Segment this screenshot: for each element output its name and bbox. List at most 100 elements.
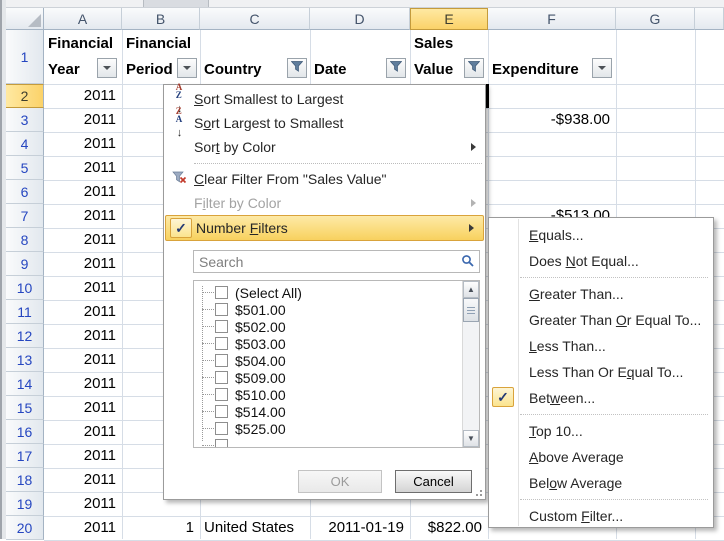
cell-A14[interactable]: 2011	[44, 372, 121, 396]
row-header-5[interactable]: 5	[6, 156, 44, 180]
checkbox[interactable]	[215, 422, 228, 435]
cell-A3[interactable]: 2011	[44, 108, 121, 132]
cell-A18[interactable]: 2011	[44, 468, 121, 492]
cell-E20[interactable]: $822.00	[410, 516, 487, 540]
row-header-19[interactable]: 19	[6, 492, 44, 516]
checkbox[interactable]	[215, 388, 228, 401]
row-header-8[interactable]: 8	[6, 228, 44, 252]
submenu-item-equals[interactable]: Equals...	[489, 222, 713, 248]
cell-A9[interactable]: 2011	[44, 252, 121, 276]
submenu-item-top-10[interactable]: Top 10...	[489, 418, 713, 444]
row-header-10[interactable]: 10	[6, 276, 44, 300]
value-item-510-00[interactable]: $510.00	[194, 386, 479, 403]
submenu-item-below-average[interactable]: Below Average	[489, 470, 713, 496]
cell-A15[interactable]: 2011	[44, 396, 121, 420]
cell-A13[interactable]: 2011	[44, 348, 121, 372]
checkbox[interactable]	[215, 286, 228, 299]
checkbox[interactable]	[215, 439, 228, 448]
row-header-16[interactable]: 16	[6, 420, 44, 444]
row-header-9[interactable]: 9	[6, 252, 44, 276]
cell-A19[interactable]: 2011	[44, 492, 121, 516]
cell-A6[interactable]: 2011	[44, 180, 121, 204]
row-header-6[interactable]: 6	[6, 180, 44, 204]
submenu-item-custom-filter[interactable]: Custom Filter...	[489, 503, 713, 529]
select-all-corner[interactable]	[6, 8, 44, 30]
row-header-4[interactable]: 4	[6, 132, 44, 156]
submenu-item-between[interactable]: ✓Between...	[489, 385, 713, 411]
column-header-D[interactable]: D	[310, 8, 410, 30]
row-header-15[interactable]: 15	[6, 396, 44, 420]
submenu-item-does-not-equal[interactable]: Does Not Equal...	[489, 248, 713, 274]
row-header-11[interactable]: 11	[6, 300, 44, 324]
value-item-509-00[interactable]: $509.00	[194, 369, 479, 386]
checkbox[interactable]	[215, 371, 228, 384]
column-header-B[interactable]: B	[122, 8, 200, 30]
checkbox[interactable]	[215, 337, 228, 350]
cell-B20[interactable]: 1	[122, 516, 199, 540]
row-header-3[interactable]: 3	[6, 108, 44, 132]
row-header-13[interactable]: 13	[6, 348, 44, 372]
cell-A5[interactable]: 2011	[44, 156, 121, 180]
search-input[interactable]: Search	[193, 250, 480, 273]
menu-item-sort-smallest-to-largest[interactable]: AZ↓Sort Smallest to Largest	[164, 87, 485, 111]
cell-A2[interactable]: 2011	[44, 84, 121, 108]
cell-A11[interactable]: 2011	[44, 300, 121, 324]
cell-A12[interactable]: 2011	[44, 324, 121, 348]
cell-A10[interactable]: 2011	[44, 276, 121, 300]
checkbox[interactable]	[215, 354, 228, 367]
column-header-E[interactable]: E	[410, 8, 488, 30]
checkbox[interactable]	[215, 303, 228, 316]
menu-item-clear-filter-from-sales-value[interactable]: Clear Filter From "Sales Value"	[164, 167, 485, 191]
checkbox[interactable]	[215, 320, 228, 333]
menu-item-filter-by-color[interactable]: Filter by Color	[164, 191, 485, 215]
row-header-17[interactable]: 17	[6, 444, 44, 468]
row-header-2[interactable]: 2	[6, 84, 44, 108]
menu-item-number-filters[interactable]: ✓Number Filters	[165, 215, 484, 241]
value-item-select-all[interactable]: (Select All)	[194, 284, 479, 301]
sales-value-filter-button[interactable]	[464, 58, 484, 78]
submenu-item-less-than-or-equal-to[interactable]: Less Than Or Equal To...	[489, 359, 713, 385]
date-filter-button[interactable]	[386, 58, 406, 78]
value-item-504-00[interactable]: $504.00	[194, 352, 479, 369]
cell-A7[interactable]: 2011	[44, 204, 121, 228]
column-header-F[interactable]: F	[488, 8, 616, 30]
cell-C20[interactable]: United States	[200, 516, 309, 540]
row-header-12[interactable]: 12	[6, 324, 44, 348]
submenu-item-less-than[interactable]: Less Than...	[489, 333, 713, 359]
scroll-down-button[interactable]: ▼	[463, 430, 479, 447]
cell-A17[interactable]: 2011	[44, 444, 121, 468]
financial-period-filter-button[interactable]	[177, 58, 197, 78]
cell-A20[interactable]: 2011	[44, 516, 121, 540]
country-filter-button[interactable]	[287, 58, 307, 78]
column-header-A[interactable]: A	[44, 8, 122, 30]
checkbox[interactable]	[215, 405, 228, 418]
scroll-up-button[interactable]: ▲	[463, 281, 479, 298]
financial-year-filter-button[interactable]	[97, 58, 117, 78]
column-header-C[interactable]: C	[200, 8, 310, 30]
cell-A4[interactable]: 2011	[44, 132, 121, 156]
row-header-7[interactable]: 7	[6, 204, 44, 228]
menu-item-sort-largest-to-smallest[interactable]: ZA↓Sort Largest to Smallest	[164, 111, 485, 135]
ok-button[interactable]: OK	[298, 470, 382, 493]
value-item-525-00[interactable]: $525.00	[194, 420, 479, 437]
row-header-14[interactable]: 14	[6, 372, 44, 396]
scroll-thumb[interactable]	[463, 298, 479, 322]
resize-grip[interactable]	[471, 485, 482, 496]
cell-F3[interactable]: -$938.00	[488, 108, 615, 132]
search-icon[interactable]	[461, 254, 474, 270]
submenu-item-greater-than[interactable]: Greater Than...	[489, 281, 713, 307]
submenu-item-above-average[interactable]: Above Average	[489, 444, 713, 470]
value-item-503-00[interactable]: $503.00	[194, 335, 479, 352]
list-scrollbar[interactable]: ▲ ▼	[462, 281, 479, 447]
value-item-502-00[interactable]: $502.00	[194, 318, 479, 335]
menu-item-sort-by-color[interactable]: Sort by Color	[164, 135, 485, 159]
cancel-button[interactable]: Cancel	[395, 470, 472, 493]
row-header-18[interactable]: 18	[6, 468, 44, 492]
cell-A8[interactable]: 2011	[44, 228, 121, 252]
submenu-item-greater-than-or-equal-to[interactable]: Greater Than Or Equal To...	[489, 307, 713, 333]
value-item-514-00[interactable]: $514.00	[194, 403, 479, 420]
value-item-partial[interactable]	[194, 437, 479, 448]
column-header-G[interactable]: G	[616, 8, 695, 30]
cell-A16[interactable]: 2011	[44, 420, 121, 444]
row-header-1[interactable]: 1	[6, 30, 44, 84]
